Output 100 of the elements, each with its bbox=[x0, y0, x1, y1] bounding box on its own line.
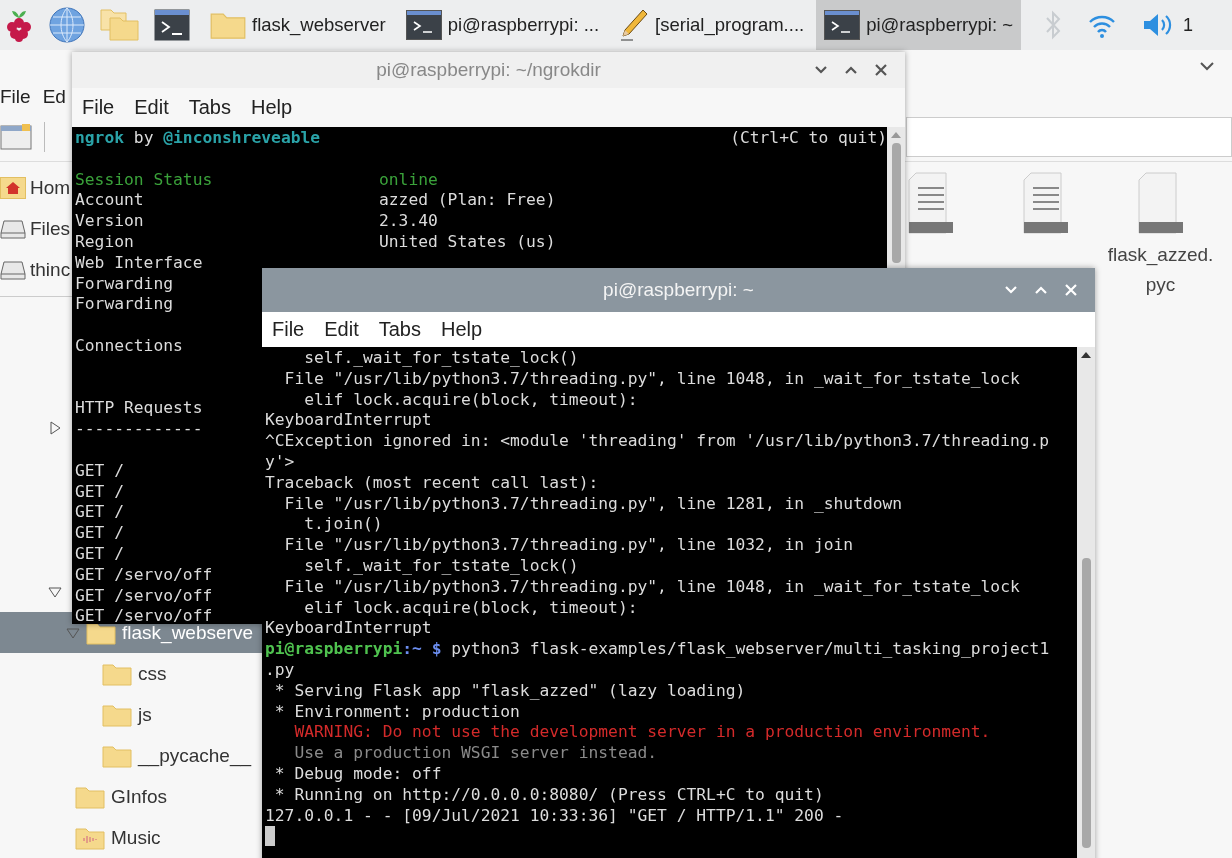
taskbar-button[interactable]: flask_webserver bbox=[202, 0, 394, 50]
menu-item[interactable]: Tabs bbox=[378, 318, 421, 341]
terminal-label: Forwarding bbox=[75, 294, 174, 314]
terminal-line: ^CException ignored in: <module 'threading' from '/usr/lib/python3.7/threading.p bbox=[265, 431, 1050, 452]
terminal-line: * Environment: production bbox=[273, 701, 520, 723]
taskbar-button[interactable]: pi@raspberrypi: ~ bbox=[816, 0, 1021, 50]
taskbar-button[interactable]: pi@raspberrypi: ... bbox=[397, 0, 608, 50]
drive-icon bbox=[0, 259, 26, 280]
folder-icon bbox=[75, 784, 105, 809]
text-cursor bbox=[265, 826, 275, 847]
home-icon bbox=[0, 176, 26, 199]
terminal-label: Region bbox=[75, 232, 134, 251]
terminal-line: File "/usr/lib/python3.7/threading.py", line 1048, in _wait_for_tstate_lock bbox=[283, 368, 1020, 390]
menu-item[interactable]: File bbox=[0, 86, 31, 109]
terminal-line: ngrok by @inconshreveable bbox=[75, 128, 321, 149]
clock[interactable]: 1 bbox=[1183, 14, 1193, 36]
terminal-line: elif lock.acquire(block, timeout): bbox=[303, 389, 638, 411]
menu-item[interactable]: File bbox=[272, 318, 305, 341]
tree-item[interactable]: GInfos bbox=[111, 785, 167, 808]
terminal-label: GET / bbox=[75, 543, 124, 563]
music-folder-icon bbox=[75, 825, 105, 850]
terminal-line: KeyboardInterrupt bbox=[265, 410, 432, 432]
terminal-label: Forwarding bbox=[75, 273, 174, 293]
terminal-line: Traceback (most recent call last): bbox=[265, 472, 599, 494]
terminal-label: Account bbox=[75, 190, 144, 210]
terminal-line: elif lock.acquire(block, timeout): bbox=[303, 597, 638, 619]
sidebar-item[interactable]: Files bbox=[30, 217, 71, 240]
terminal-line: (Ctrl+C to quit) bbox=[730, 128, 887, 149]
terminal-label: GET /servo/off bbox=[75, 564, 213, 584]
terminal-line: Use a production WSGI server instead. bbox=[293, 743, 658, 764]
menu-item[interactable]: Ed bbox=[42, 86, 66, 109]
tree-item[interactable]: js bbox=[138, 703, 152, 726]
folder-icon bbox=[102, 661, 132, 686]
terminal-line: * Running on http://0.0.0.0:8080/ (Press CTRL+C to quit) bbox=[273, 784, 824, 806]
text-file-icon[interactable] bbox=[1022, 172, 1069, 234]
drive-icon bbox=[0, 218, 26, 239]
terminal-label: GET / bbox=[75, 502, 124, 522]
close-icon[interactable] bbox=[875, 64, 887, 76]
terminal-line: * Debug mode: off bbox=[273, 763, 442, 785]
menu-item[interactable]: Edit bbox=[324, 318, 359, 341]
terminal-label: GET /servo/off bbox=[75, 606, 213, 624]
scrollbar[interactable] bbox=[1077, 347, 1095, 858]
terminal-line: self._wait_for_tstate_lock() bbox=[303, 555, 579, 577]
sidebar-item[interactable]: Hom bbox=[30, 176, 71, 199]
terminal-line: pi@raspberrypi:~ $ python3 flask-examples/flask_webserver/multi_tasking_project1 bbox=[265, 639, 1050, 660]
tree-item[interactable]: __pycache__ bbox=[138, 744, 252, 767]
terminal-line: KeyboardInterrupt bbox=[265, 618, 432, 640]
terminal-value: 2.3.40 bbox=[379, 211, 438, 232]
terminal-line: File "/usr/lib/python3.7/threading.py", line 1048, in _wait_for_tstate_lock bbox=[283, 576, 1020, 598]
terminal-label: GET / bbox=[75, 523, 124, 543]
scrollbar[interactable] bbox=[887, 127, 905, 268]
globe-icon[interactable] bbox=[48, 6, 86, 44]
expanded-triangle-icon[interactable] bbox=[48, 584, 62, 599]
minimize-icon[interactable] bbox=[815, 66, 827, 74]
terminal-value: azzed (Plan: Free) bbox=[379, 190, 556, 212]
terminal-line: y'> bbox=[265, 452, 295, 473]
terminal-label: Connections bbox=[75, 335, 183, 355]
terminal-label: Version bbox=[75, 211, 144, 231]
terminal-label: GET / bbox=[75, 460, 124, 480]
taskbar-button[interactable]: [serial_program.... bbox=[611, 0, 813, 50]
new-tab-icon[interactable] bbox=[0, 122, 34, 151]
file-name: flask_azzed.pyc bbox=[1106, 243, 1215, 297]
text-file-icon[interactable] bbox=[907, 172, 954, 234]
pencil-icon bbox=[619, 8, 650, 42]
maximize-icon[interactable] bbox=[845, 66, 857, 74]
terminal-icon bbox=[405, 10, 442, 40]
terminal-icon bbox=[824, 10, 861, 40]
terminal-line: .py bbox=[265, 659, 295, 681]
terminal-label: GET /servo/off bbox=[75, 585, 213, 605]
scroll-up-icon[interactable] bbox=[1081, 351, 1091, 359]
terminal-line: self._wait_for_tstate_lock() bbox=[303, 348, 579, 369]
menu-item[interactable]: Help bbox=[440, 318, 483, 341]
menu-item[interactable]: File bbox=[82, 96, 115, 119]
terminal-value: United States (us) bbox=[379, 232, 556, 253]
folder-icon bbox=[102, 743, 132, 768]
tree-item[interactable]: css bbox=[138, 662, 167, 685]
terminal-line: t.join() bbox=[303, 514, 383, 536]
terminal-line: 127.0.0.1 - - [09/Jul/2021 10:33:36] "GET / HTTP/1.1" 200 - bbox=[265, 805, 844, 827]
terminal-icon[interactable] bbox=[154, 9, 190, 41]
window-title: pi@raspberrypi: ~ bbox=[603, 279, 754, 301]
terminal-line: * Serving Flask app "flask_azzed" (lazy loading) bbox=[273, 680, 746, 702]
terminal-line: File "/usr/lib/python3.7/threading.py", line 1032, in join bbox=[283, 535, 854, 556]
menu-item[interactable]: Edit bbox=[134, 96, 169, 119]
terminal-label: GET / bbox=[75, 481, 124, 501]
terminal-label: ------------- bbox=[75, 419, 203, 439]
collapsed-triangle-icon[interactable] bbox=[48, 420, 62, 435]
menu-item[interactable]: Help bbox=[250, 96, 293, 119]
menu-item[interactable]: Tabs bbox=[188, 96, 231, 119]
terminal-value: online bbox=[379, 169, 438, 191]
sidebar-item[interactable]: thinc bbox=[30, 258, 71, 281]
folder-icon bbox=[102, 702, 132, 727]
chevron-down-icon[interactable] bbox=[1200, 61, 1214, 71]
window-title: pi@raspberrypi: ~/ngrokdir bbox=[376, 59, 601, 81]
file-icon[interactable] bbox=[1137, 172, 1184, 234]
terminal-line: File "/usr/lib/python3.7/threading.py", line 1281, in _shutdown bbox=[283, 493, 903, 515]
tree-item[interactable]: Music bbox=[111, 826, 161, 849]
terminal-label: Session Status bbox=[75, 169, 213, 189]
path-field[interactable] bbox=[906, 116, 1232, 157]
terminal-line: WARNING: Do not use the development server in a production environment. bbox=[293, 722, 991, 744]
terminal-label: Web Interface bbox=[75, 252, 203, 272]
